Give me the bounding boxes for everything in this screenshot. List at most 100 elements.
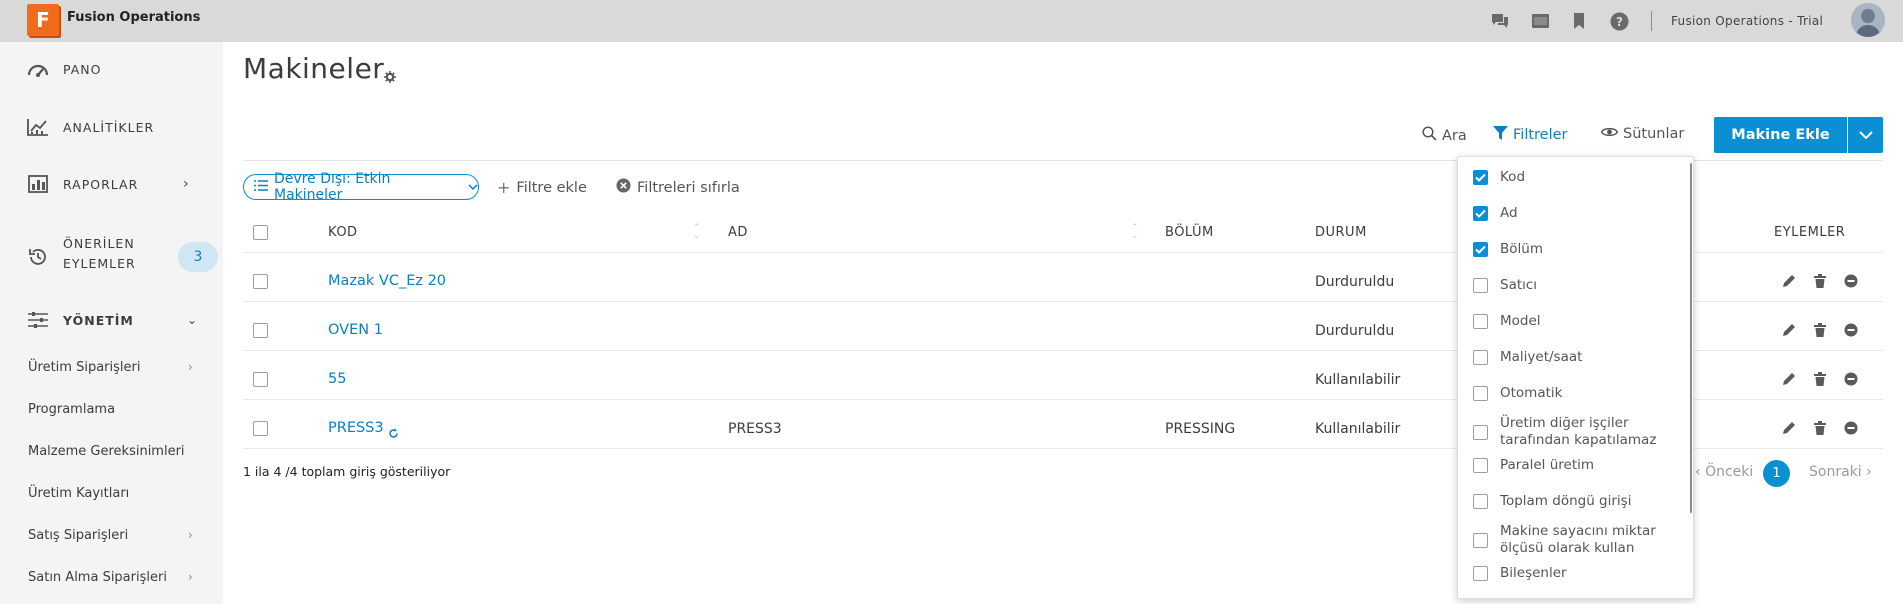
deactivate-icon[interactable]	[1843, 420, 1859, 436]
top-bar: F Fusion Operations ? Fusion Operations …	[0, 0, 1903, 42]
delete-icon[interactable]	[1812, 420, 1828, 436]
column-option-label: Üretim diğer işçiler tarafından kapatıla…	[1500, 415, 1657, 448]
sidebar-item-suggested-actions[interactable]: ÖNERİLEN EYLEMLER 3	[0, 232, 223, 282]
pager-next-label: Sonraki	[1809, 464, 1862, 480]
sidebar-item-analytics[interactable]: ANALİTİKLER	[0, 107, 223, 147]
deactivate-icon[interactable]	[1843, 322, 1859, 338]
sidebar-sub-production-records[interactable]: Üretim Kayıtları	[28, 486, 129, 501]
eye-icon	[1600, 126, 1619, 142]
edit-icon[interactable]	[1781, 420, 1797, 436]
sidebar-item-reports[interactable]: RAPORLAR ›	[0, 164, 223, 204]
active-filter-chip[interactable]: Devre Dışı: Etkin Makineler	[243, 171, 479, 203]
sidebar: PANO ANALİTİKLER RAPORLAR › ÖNERİLEN EYL…	[0, 42, 223, 604]
machine-status: Durduruldu	[1315, 274, 1395, 290]
entries-summary: 1 ila 4 /4 toplam giriş gösteriliyor	[243, 464, 451, 479]
edit-icon[interactable]	[1781, 273, 1797, 289]
column-option-checkbox[interactable]	[1473, 532, 1488, 548]
column-option-checkbox[interactable]	[1473, 386, 1488, 401]
sidebar-sub-production-orders[interactable]: Üretim Siparişleri	[28, 360, 140, 375]
row-checkbox[interactable]	[253, 323, 268, 338]
reset-filters-button[interactable]: Filtreleri sıfırla	[616, 178, 740, 197]
column-option[interactable]: Satıcı	[1473, 277, 1678, 294]
column-option[interactable]: Model	[1473, 313, 1678, 330]
machine-code-link[interactable]: OVEN 1	[328, 322, 383, 338]
sort-icon[interactable]: ⌃ ⌄	[693, 224, 701, 241]
column-option-checkbox[interactable]	[1473, 494, 1488, 509]
gear-icon[interactable]	[384, 68, 396, 87]
pager-prev-button[interactable]: ‹ Önceki	[1695, 464, 1753, 480]
column-header-name[interactable]: AD	[728, 225, 748, 240]
delete-icon[interactable]	[1812, 371, 1828, 387]
chevron-down-icon	[1858, 130, 1873, 139]
column-option[interactable]: Bileşenler	[1473, 565, 1678, 582]
help-icon[interactable]: ?	[1609, 11, 1629, 31]
column-option-checkbox[interactable]	[1473, 458, 1488, 473]
deactivate-icon[interactable]	[1843, 273, 1859, 289]
pager-page-button[interactable]: 1	[1763, 460, 1790, 487]
sidebar-item-dashboard[interactable]: PANO	[0, 49, 223, 89]
search-icon	[1422, 126, 1437, 145]
columns-button[interactable]: Sütunlar	[1600, 126, 1685, 142]
column-option-checkbox[interactable]	[1473, 206, 1488, 221]
column-option-checkbox[interactable]	[1473, 170, 1488, 185]
column-option-checkbox[interactable]	[1473, 350, 1488, 365]
sidebar-sub-sales-orders[interactable]: Satış Siparişleri	[28, 528, 128, 543]
edit-icon[interactable]	[1781, 371, 1797, 387]
machine-code-link[interactable]: PRESS3	[328, 420, 384, 436]
page-title: Makineler	[243, 52, 385, 85]
column-option-checkbox[interactable]	[1473, 314, 1488, 329]
sort-icon[interactable]: ⌃ ⌄	[1131, 224, 1139, 241]
sidebar-sub-scheduling[interactable]: Programlama	[28, 402, 115, 417]
edit-icon[interactable]	[1781, 322, 1797, 338]
row-checkbox[interactable]	[253, 274, 268, 289]
count-badge: 3	[178, 242, 218, 272]
search-label: Ara	[1442, 127, 1467, 144]
column-header-section[interactable]: BÖLÜM	[1165, 225, 1214, 240]
row-checkbox[interactable]	[253, 372, 268, 387]
machine-code-link[interactable]: Mazak VC_Ez 20	[328, 273, 446, 289]
column-option[interactable]: Otomatik	[1473, 385, 1678, 402]
tenant-name[interactable]: Fusion Operations - Trial	[1671, 14, 1823, 28]
column-option-label: Otomatik	[1500, 385, 1563, 401]
column-option[interactable]: Kod	[1473, 169, 1678, 186]
delete-icon[interactable]	[1812, 322, 1828, 338]
column-option-checkbox[interactable]	[1473, 566, 1488, 581]
chat-icon[interactable]	[1490, 11, 1510, 31]
add-filter-button[interactable]: + Filtre ekle	[497, 178, 587, 197]
column-option[interactable]: Toplam döngü girişi	[1473, 493, 1678, 510]
column-option[interactable]: Ad	[1473, 205, 1678, 222]
chevron-right-icon: ›	[188, 528, 193, 542]
add-options-toggle[interactable]	[1848, 117, 1883, 153]
column-option[interactable]: Bölüm	[1473, 241, 1678, 258]
sidebar-item-label: YÖNETİM	[63, 312, 134, 328]
select-all-checkbox[interactable]	[253, 225, 268, 240]
screen-icon[interactable]	[1530, 11, 1550, 31]
machine-code-link[interactable]: 55	[328, 371, 346, 387]
column-option-checkbox[interactable]	[1473, 424, 1488, 440]
column-header-status[interactable]: DURUM	[1315, 225, 1367, 240]
add-machine-button[interactable]: Makine Ekle	[1714, 117, 1847, 153]
sidebar-sub-purchase-orders[interactable]: Satın Alma Siparişleri	[28, 570, 167, 585]
deactivate-icon[interactable]	[1843, 371, 1859, 387]
column-option[interactable]: Makine sayacını miktar ölçüsü olarak kul…	[1473, 523, 1678, 557]
column-option-checkbox[interactable]	[1473, 278, 1488, 293]
delete-icon[interactable]	[1812, 273, 1828, 289]
column-header-code[interactable]: KOD	[328, 225, 358, 240]
pager-next-button[interactable]: Sonraki ›	[1809, 464, 1872, 480]
column-option-checkbox[interactable]	[1473, 242, 1488, 257]
avatar[interactable]	[1851, 3, 1885, 37]
app-logo[interactable]: F	[27, 4, 59, 36]
sidebar-item-management[interactable]: YÖNETİM ⌄	[0, 300, 223, 340]
column-option-label: Toplam döngü girişi	[1500, 493, 1632, 509]
dropdown-scrollbar[interactable]	[1690, 163, 1692, 513]
column-option[interactable]: Maliyet/saat	[1473, 349, 1678, 366]
row-checkbox[interactable]	[253, 421, 268, 436]
filters-button[interactable]: Filtreler	[1493, 126, 1568, 144]
bookmark-icon[interactable]	[1569, 11, 1589, 31]
column-option[interactable]: Paralel üretim	[1473, 457, 1678, 474]
search-button[interactable]: Ara	[1422, 126, 1467, 145]
sidebar-sub-material-requirements[interactable]: Malzeme Gereksinimleri	[28, 444, 185, 459]
refresh-icon	[388, 424, 399, 443]
column-option[interactable]: Üretim diğer işçiler tarafından kapatıla…	[1473, 415, 1678, 449]
columns-label: Sütunlar	[1623, 126, 1685, 142]
